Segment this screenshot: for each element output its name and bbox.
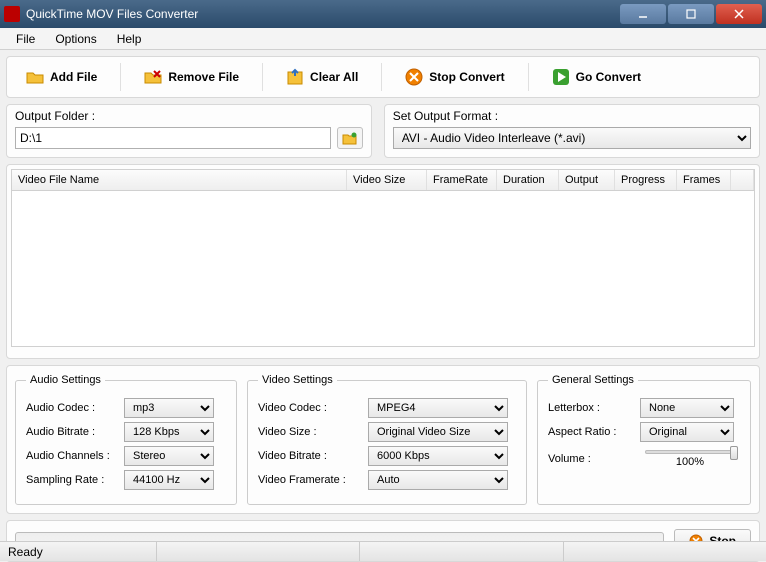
folder-add-icon (26, 68, 44, 86)
audio-channels-select[interactable]: Stereo (124, 446, 214, 466)
audio-settings: Audio Settings Audio Codec : mp3 Audio Bi… (15, 374, 237, 505)
volume-percent: 100% (676, 456, 704, 468)
output-folder-label: Output Folder : (15, 109, 363, 123)
video-legend: Video Settings (258, 374, 337, 386)
separator (120, 63, 121, 91)
col-prog[interactable]: Progress (615, 170, 677, 190)
status-cell-2 (156, 542, 351, 561)
sampling-rate-label: Sampling Rate : (26, 474, 118, 486)
separator (528, 63, 529, 91)
volume-label: Volume : (548, 453, 634, 465)
output-folder-panel: Output Folder : (6, 104, 372, 158)
col-name[interactable]: Video File Name (12, 170, 347, 190)
play-icon (552, 68, 570, 86)
remove-file-label: Remove File (168, 70, 239, 84)
folder-remove-icon (144, 68, 162, 86)
close-button[interactable] (716, 4, 762, 24)
file-list: Video File Name Video Size FrameRate Dur… (6, 164, 760, 359)
letterbox-label: Letterbox : (548, 402, 634, 414)
video-codec-select[interactable]: MPEG4 (368, 398, 508, 418)
browse-folder-button[interactable] (337, 127, 363, 149)
add-file-label: Add File (50, 70, 97, 84)
video-size-select[interactable]: Original Video Size (368, 422, 508, 442)
app-icon (4, 6, 20, 22)
status-cell-3 (359, 542, 554, 561)
volume-slider[interactable] (645, 450, 735, 454)
video-bitrate-select[interactable]: 6000 Kbps (368, 446, 508, 466)
video-size-label: Video Size : (258, 426, 362, 438)
output-folder-input[interactable] (15, 127, 331, 149)
status-cell-4 (563, 542, 758, 561)
video-settings: Video Settings Video Codec : MPEG4 Video … (247, 374, 527, 505)
audio-channels-label: Audio Channels : (26, 450, 118, 462)
status-ready: Ready (8, 542, 148, 561)
go-convert-button[interactable]: Go Convert (541, 63, 652, 91)
titlebar[interactable]: QuickTime MOV Files Converter (0, 0, 766, 28)
aspect-label: Aspect Ratio : (548, 426, 634, 438)
general-settings: General Settings Letterbox : None Aspect … (537, 374, 751, 505)
remove-file-button[interactable]: Remove File (133, 63, 250, 91)
add-file-button[interactable]: Add File (15, 63, 108, 91)
audio-codec-label: Audio Codec : (26, 402, 118, 414)
col-out[interactable]: Output (559, 170, 615, 190)
audio-legend: Audio Settings (26, 374, 105, 386)
video-codec-label: Video Codec : (258, 402, 362, 414)
status-bar: Ready (0, 541, 766, 561)
col-frames[interactable]: Frames (677, 170, 731, 190)
clear-all-button[interactable]: Clear All (275, 63, 369, 91)
sampling-rate-select[interactable]: 44100 Hz (124, 470, 214, 490)
separator (381, 63, 382, 91)
video-bitrate-label: Video Bitrate : (258, 450, 362, 462)
folder-open-icon (342, 131, 358, 145)
go-convert-label: Go Convert (576, 70, 641, 84)
letterbox-select[interactable]: None (640, 398, 734, 418)
col-dur[interactable]: Duration (497, 170, 559, 190)
maximize-button[interactable] (668, 4, 714, 24)
col-fps[interactable]: FrameRate (427, 170, 497, 190)
video-fps-select[interactable]: Auto (368, 470, 508, 490)
menubar: File Options Help (0, 28, 766, 50)
table-header: Video File Name Video Size FrameRate Dur… (11, 169, 755, 191)
window-title: QuickTime MOV Files Converter (26, 7, 618, 21)
audio-bitrate-label: Audio Bitrate : (26, 426, 118, 438)
stop-convert-label: Stop Convert (429, 70, 504, 84)
stop-convert-button[interactable]: Stop Convert (394, 63, 515, 91)
menu-file[interactable]: File (6, 30, 45, 48)
menu-help[interactable]: Help (107, 30, 152, 48)
table-body[interactable] (11, 191, 755, 347)
menu-options[interactable]: Options (45, 30, 106, 48)
output-format-panel: Set Output Format : AVI - Audio Video In… (384, 104, 760, 158)
separator (262, 63, 263, 91)
col-spacer (731, 170, 754, 190)
output-format-label: Set Output Format : (393, 109, 751, 123)
audio-bitrate-select[interactable]: 128 Kbps (124, 422, 214, 442)
clear-all-label: Clear All (310, 70, 358, 84)
col-size[interactable]: Video Size (347, 170, 427, 190)
clear-icon (286, 68, 304, 86)
volume-thumb[interactable] (730, 446, 738, 460)
stop-icon (405, 68, 423, 86)
video-fps-label: Video Framerate : (258, 474, 362, 486)
toolbar: Add File Remove File Clear All Stop Conv… (6, 56, 760, 98)
aspect-select[interactable]: Original (640, 422, 734, 442)
audio-codec-select[interactable]: mp3 (124, 398, 214, 418)
output-format-select[interactable]: AVI - Audio Video Interleave (*.avi) (393, 127, 751, 149)
general-legend: General Settings (548, 374, 638, 386)
minimize-button[interactable] (620, 4, 666, 24)
